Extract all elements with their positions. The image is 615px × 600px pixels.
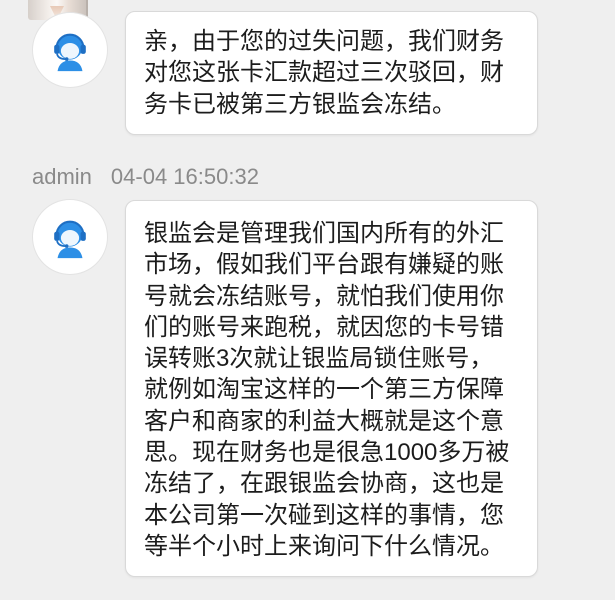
- message-bubble[interactable]: 银监会是管理我们国内所有的外汇 市场，假如我们平台跟有嫌疑的账 号就会冻结账号，…: [125, 200, 538, 578]
- sender-name: admin: [32, 164, 92, 189]
- message-line: 思。现在财务也是很急1000多万被: [144, 439, 510, 467]
- message-line: 就例如淘宝这样的一个第三方保障: [144, 376, 504, 404]
- message-line: 冻结了，在跟银监会协商，这也是: [144, 470, 504, 498]
- message-line: 号就会冻结账号，就怕我们使用你: [144, 282, 504, 310]
- message-line: 务卡已被第三方银监会冻结。: [144, 90, 456, 118]
- customer-service-headset-icon: [47, 27, 93, 73]
- customer-service-avatar[interactable]: [33, 200, 107, 274]
- message-line: 等半个小时上来询问下什么情况。: [144, 532, 504, 560]
- message-line: 对您这张卡汇款超过三次驳回，财: [144, 59, 504, 87]
- message-line: 市场，假如我们平台跟有嫌疑的账: [144, 251, 504, 279]
- message-line: 误转账3次就让银监局锁住账号，: [144, 345, 494, 373]
- chat-screen: 亲，由于您的过失问题，我们财务 对您这张卡汇款超过三次驳回，财 务卡已被第三方银…: [0, 0, 615, 600]
- customer-service-headset-icon: [47, 214, 93, 260]
- message-timestamp: 04-04 16:50:32: [110, 164, 259, 189]
- message-line: 客户和商家的利益大概就是这个意: [144, 407, 504, 435]
- message-line: 亲，由于您的过失问题，我们财务: [144, 28, 504, 55]
- customer-service-avatar[interactable]: [33, 13, 107, 87]
- message-bubble[interactable]: 亲，由于您的过失问题，我们财务 对您这张卡汇款超过三次驳回，财 务卡已被第三方银…: [125, 11, 538, 135]
- message-line: 银监会是管理我们国内所有的外汇: [144, 220, 504, 247]
- message-line: 本公司第一次碰到这样的事情，您: [144, 501, 504, 529]
- message-meta: admin 04-04 16:50:32: [32, 164, 259, 190]
- message-line: 们的账号来跑税，就因您的卡号错: [144, 313, 504, 341]
